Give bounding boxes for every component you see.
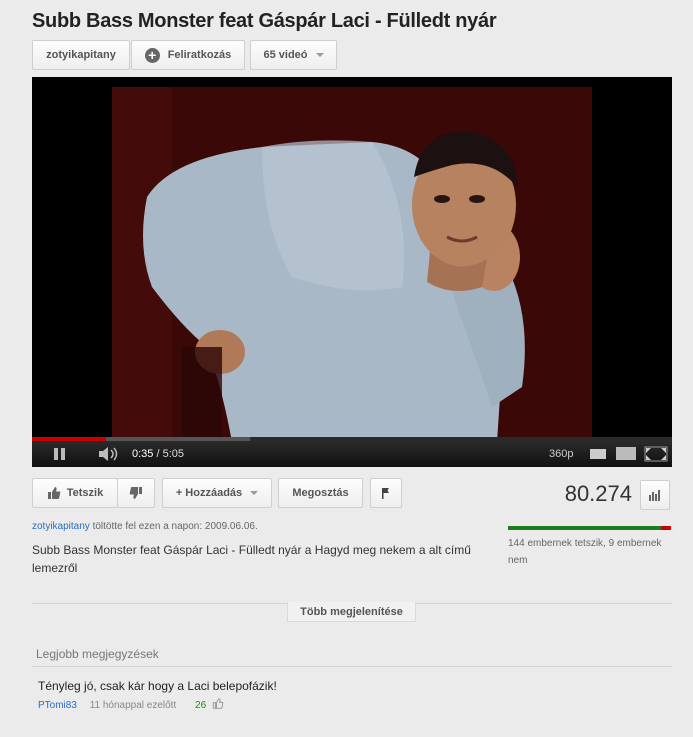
- share-button[interactable]: Megosztás: [278, 478, 363, 508]
- subscribe-label: Feliratkozás: [167, 49, 232, 61]
- comment-score: 26: [195, 700, 207, 711]
- upload-date-text: töltötte fel ezen a napon: 2009.06.06.: [92, 521, 258, 532]
- comments-divider: [32, 666, 672, 667]
- volume-icon[interactable]: [98, 447, 120, 461]
- comment-meta: PTomi83 11 hónappal ezelőtt 26: [38, 698, 224, 711]
- duration: / 5:05: [156, 448, 185, 460]
- video-frame[interactable]: [112, 87, 592, 442]
- video-player[interactable]: 0:35 / 5:05 360p: [32, 77, 672, 467]
- stats-button[interactable]: [640, 480, 670, 510]
- comment-age: 11 hónappal ezelőtt: [89, 700, 177, 711]
- show-more-button[interactable]: Több megjelenítése: [287, 602, 416, 622]
- thumbs-up-icon: [47, 487, 60, 499]
- like-ratio-text: 144 embernek tetszik, 9 embernek nem: [508, 538, 662, 566]
- large-player-icon[interactable]: [616, 447, 636, 460]
- comment-author-link[interactable]: PTomi83: [38, 700, 77, 711]
- like-label: Tetszik: [66, 487, 104, 499]
- plus-circle-icon: +: [144, 47, 160, 63]
- pause-icon[interactable]: [54, 448, 66, 460]
- channel-videos-button[interactable]: 65 videó: [250, 40, 337, 70]
- view-count: 80.274: [564, 481, 632, 506]
- video-description: Subb Bass Monster feat Gáspár Laci - Fül…: [32, 543, 471, 575]
- flag-icon: [382, 488, 389, 499]
- thumbs-down-icon: [129, 487, 142, 499]
- like-ratio-bar: [508, 526, 671, 530]
- small-player-icon[interactable]: [590, 449, 606, 459]
- dislike-button[interactable]: [117, 478, 155, 508]
- video-title: Subb Bass Monster feat Gáspár Laci - Fül…: [32, 10, 497, 32]
- current-time: 0:35: [132, 448, 154, 460]
- subscribe-button[interactable]: + Feliratkozás: [131, 40, 245, 70]
- thumbs-up-icon[interactable]: [212, 698, 224, 709]
- channel-button[interactable]: zotyikapitany: [32, 40, 130, 70]
- like-ratio-fill: [508, 526, 662, 530]
- like-button[interactable]: Tetszik: [32, 478, 118, 508]
- videos-count-label: 65 videó: [263, 49, 308, 61]
- time-display: 0:35 / 5:05: [132, 448, 184, 460]
- top-comments-heading: Legjobb megjegyzések: [36, 647, 159, 661]
- comment-text: Tényleg jó, csak kár hogy a Laci belepof…: [38, 679, 277, 693]
- video-thumbnail-image: [112, 87, 592, 442]
- player-controls: 0:35 / 5:05 360p: [32, 441, 672, 467]
- watch-page: Subb Bass Monster feat Gáspár Laci - Fül…: [0, 0, 693, 737]
- chevron-down-icon: [315, 53, 324, 57]
- upload-info: zotyikapitany töltötte fel ezen a napon:…: [32, 521, 258, 532]
- flag-button[interactable]: [370, 478, 402, 508]
- uploader-link[interactable]: zotyikapitany: [32, 521, 90, 532]
- chevron-down-icon: [250, 491, 259, 495]
- bar-chart-icon: [649, 490, 660, 501]
- expand-icon[interactable]: [644, 446, 668, 462]
- add-label: + Hozzáadás: [175, 487, 243, 499]
- quality-selector[interactable]: 360p: [549, 448, 573, 460]
- add-to-button[interactable]: + Hozzáadás: [162, 478, 272, 508]
